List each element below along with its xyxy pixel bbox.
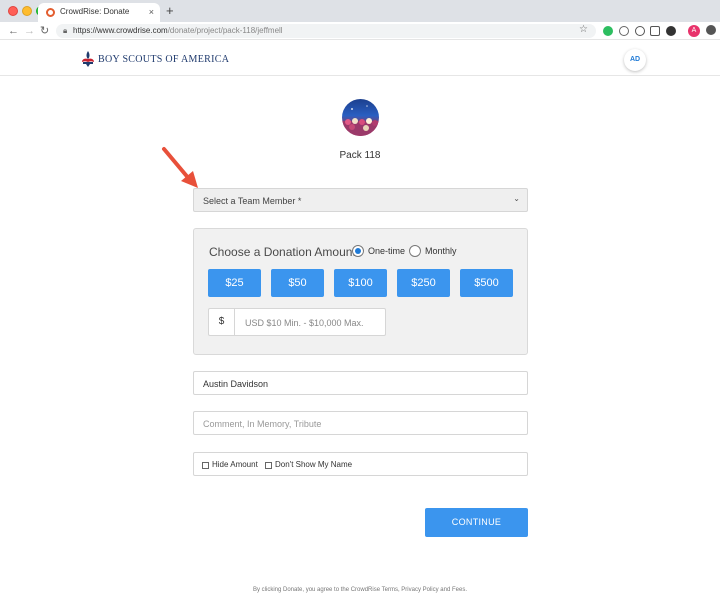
evernote-extension-icon[interactable] <box>603 26 613 36</box>
browser-tab-bar: CrowdRise: Donate × + <box>0 0 720 22</box>
custom-amount-placeholder: USD $10 Min. - $10,000 Max. <box>245 318 364 328</box>
chevron-down-icon: ⌄ <box>513 194 520 203</box>
team-member-select[interactable]: Select a Team Member * ⌄ <box>193 188 528 212</box>
amount-250-button[interactable]: $250 <box>397 269 450 297</box>
continue-button[interactable]: CONTINUE <box>425 508 528 537</box>
amount-25-button[interactable]: $25 <box>208 269 261 297</box>
reload-icon[interactable]: ↻ <box>40 23 49 39</box>
one-time-radio[interactable] <box>352 245 364 257</box>
org-name[interactable]: BOY SCOUTS OF AMERICA <box>98 54 229 65</box>
one-time-label[interactable]: One-time <box>368 246 405 256</box>
hide-amount-checkbox[interactable] <box>202 462 209 469</box>
donor-name-input[interactable]: Austin Davidson <box>193 371 528 395</box>
browser-tab[interactable]: CrowdRise: Donate × <box>38 3 160 22</box>
crowdrise-favicon-icon <box>46 8 55 17</box>
donor-name-value: Austin Davidson <box>203 379 269 389</box>
privacy-options: Hide Amount Don't Show My Name <box>193 452 528 476</box>
fleur-de-lis-logo-icon[interactable] <box>80 50 96 68</box>
extension-icon[interactable] <box>619 26 629 36</box>
annotation-arrow-icon <box>162 147 198 188</box>
tab-title: CrowdRise: Donate <box>60 7 130 16</box>
amount-500-button[interactable]: $500 <box>460 269 513 297</box>
custom-amount-input[interactable]: $ USD $10 Min. - $10,000 Max. <box>208 308 386 336</box>
amount-100-button[interactable]: $100 <box>334 269 387 297</box>
team-photo <box>342 105 379 136</box>
screenshot-extension-icon[interactable] <box>650 26 660 36</box>
user-avatar[interactable]: AD <box>624 49 646 71</box>
back-arrow-icon[interactable]: ← <box>8 23 19 39</box>
extension-icon[interactable] <box>666 26 676 36</box>
team-member-select-placeholder: Select a Team Member * <box>203 196 302 206</box>
address-bar[interactable]: 🔒︎ https://www.crowdrise.com/donate/proj… <box>56 24 596 38</box>
donation-amount-title: Choose a Donation Amount <box>209 245 356 259</box>
url-text: https://www.crowdrise.com/donate/project… <box>73 26 283 35</box>
hide-name-checkbox[interactable] <box>265 462 272 469</box>
comment-placeholder: Comment, In Memory, Tribute <box>203 419 322 429</box>
browser-menu-icon[interactable] <box>706 25 716 35</box>
minimize-window-button[interactable] <box>22 6 32 16</box>
team-avatar <box>342 99 379 136</box>
donation-amount-panel: Choose a Donation Amount One-time Monthl… <box>193 228 528 355</box>
site-header: BOY SCOUTS OF AMERICA <box>0 40 720 76</box>
browser-toolbar: ← → ↻ 🔒︎ https://www.crowdrise.com/donat… <box>0 22 720 40</box>
currency-symbol: $ <box>209 309 235 335</box>
lock-icon: 🔒︎ <box>63 26 68 35</box>
hide-amount-label[interactable]: Hide Amount <box>212 460 258 469</box>
team-name: Pack 118 <box>339 150 381 161</box>
star-icon[interactable]: ☆ <box>579 24 588 35</box>
tab-close-icon[interactable]: × <box>149 6 154 18</box>
hide-name-label[interactable]: Don't Show My Name <box>275 460 352 469</box>
profile-avatar[interactable]: A <box>688 25 700 37</box>
amount-50-button[interactable]: $50 <box>271 269 324 297</box>
terms-footer-note: By clicking Donate, you agree to the Cro… <box>253 587 467 593</box>
search-extension-icon[interactable] <box>635 26 645 36</box>
comment-input[interactable]: Comment, In Memory, Tribute <box>193 411 528 435</box>
new-tab-button[interactable]: + <box>166 4 174 17</box>
monthly-radio[interactable] <box>409 245 421 257</box>
monthly-label[interactable]: Monthly <box>425 246 457 256</box>
forward-arrow-icon[interactable]: → <box>24 23 35 39</box>
close-window-button[interactable] <box>8 6 18 16</box>
